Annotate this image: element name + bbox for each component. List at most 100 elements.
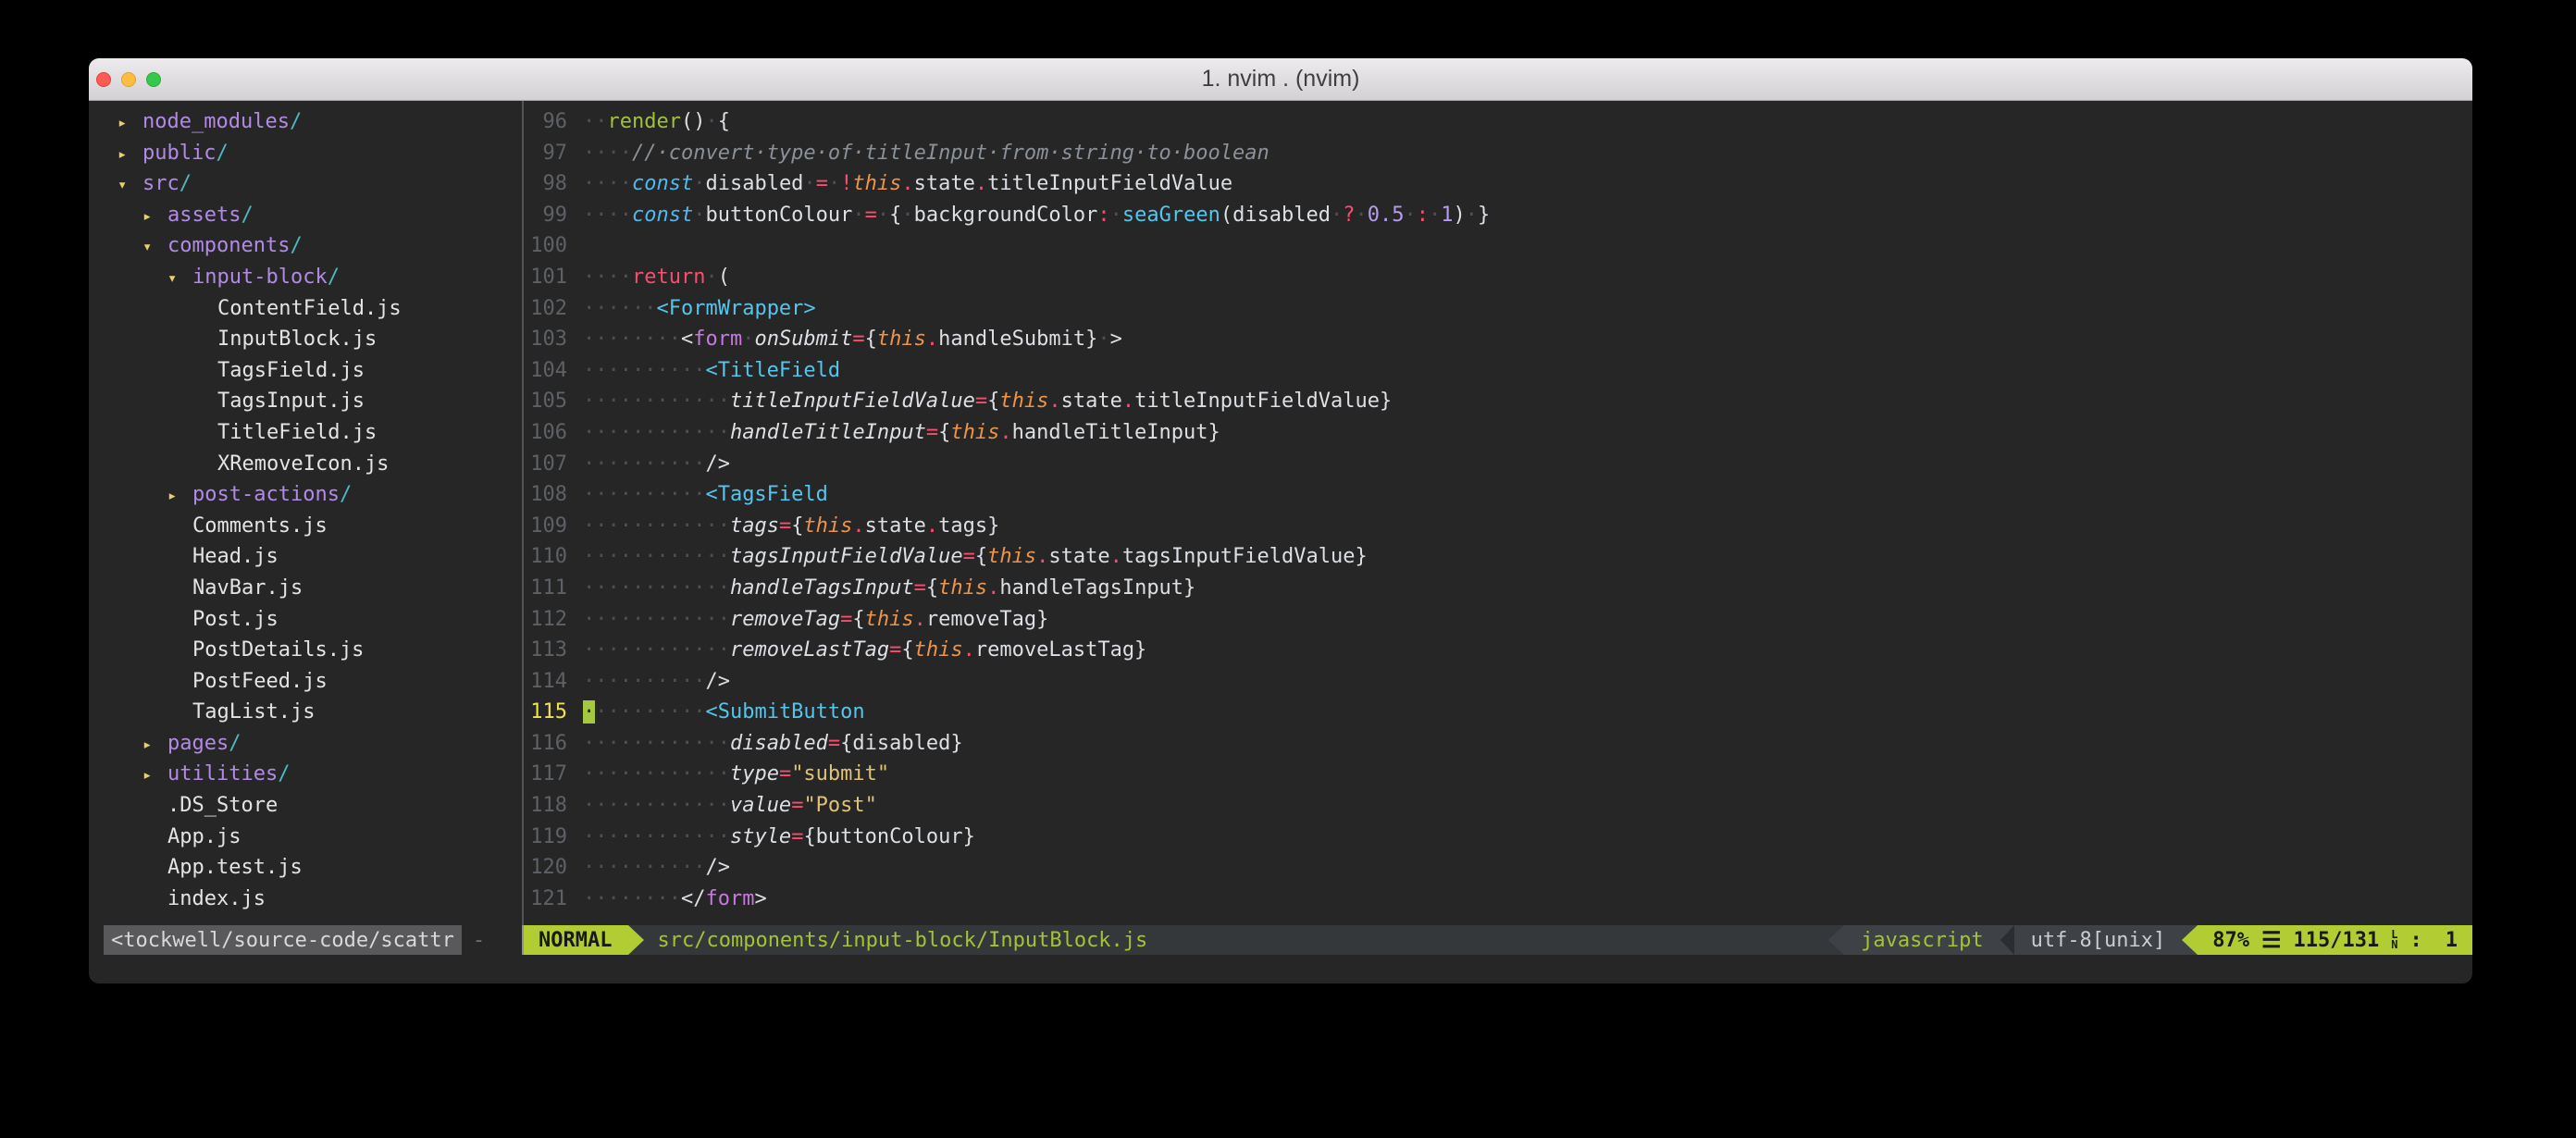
line-number: 111 <box>524 573 567 604</box>
code-line[interactable]: 117············type="submit" <box>524 759 2472 790</box>
dir-slash: / <box>290 110 302 133</box>
code-line[interactable]: 102······<FormWrapper> <box>524 293 2472 325</box>
tree-item-label: InputBlock.js <box>217 328 377 351</box>
tree-item-folder[interactable]: ▸public/ <box>89 138 522 169</box>
tree-item-file[interactable]: TitleField.js <box>89 417 522 449</box>
code-line[interactable]: 115··········<SubmitButton <box>524 697 2472 728</box>
code-line[interactable]: 96··render()·{ <box>524 106 2472 138</box>
tree-item-file[interactable]: TagsInput.js <box>89 386 522 417</box>
tree-item-folder[interactable]: ▸assets/ <box>89 200 522 231</box>
chevron-right-icon[interactable]: ▸ <box>142 730 167 761</box>
code-line[interactable]: 112············removeTag={this.removeTag… <box>524 604 2472 636</box>
code-token: ············ <box>583 545 730 568</box>
tree-item-file[interactable]: Post.js <box>89 604 522 636</box>
tree-item-file[interactable]: ContentField.js <box>89 293 522 325</box>
code-editor[interactable]: 96··render()·{97····//·convert·type·of·t… <box>524 101 2472 925</box>
tree-item-file[interactable]: PostFeed.js <box>89 666 522 698</box>
status-row: <tockwell/source-code/scattr - NORMAL sr… <box>89 925 2472 955</box>
tree-item-file[interactable]: InputBlock.js <box>89 324 522 355</box>
chevron-right-icon[interactable]: ▸ <box>142 202 167 233</box>
tree-item-file[interactable]: App.js <box>89 822 522 853</box>
line-number: 103 <box>524 324 567 355</box>
statusline-filler <box>1147 925 1828 955</box>
tree-item-folder[interactable]: ▸node_modules/ <box>89 106 522 138</box>
tree-item-file[interactable]: XRemoveIcon.js <box>89 449 522 480</box>
code-token: = <box>779 762 791 785</box>
code-token: buttonColour <box>705 204 852 227</box>
code-line[interactable]: 99····const·buttonColour·=·{·backgroundC… <box>524 200 2472 231</box>
code-text: ············removeLastTag={this.removeLa… <box>583 638 1146 662</box>
chevron-right-icon[interactable]: ▸ <box>118 108 142 140</box>
minimize-button[interactable] <box>121 72 136 87</box>
fullscreen-button[interactable] <box>146 72 161 87</box>
tree-item-file[interactable]: index.js <box>89 884 522 915</box>
code-line[interactable]: 101····return·( <box>524 262 2472 293</box>
code-token: · <box>693 172 705 195</box>
tree-item-folder[interactable]: ▾input-block/ <box>89 262 522 293</box>
tree-item-folder[interactable]: ▸utilities/ <box>89 759 522 790</box>
chevron-right-icon[interactable]: ▸ <box>118 140 142 171</box>
tree-item-file[interactable]: PostDetails.js <box>89 635 522 666</box>
code-line[interactable]: 105············titleInputFieldValue={thi… <box>524 386 2472 417</box>
tree-item-file[interactable]: Head.js <box>89 541 522 573</box>
tree-item-file[interactable]: Comments.js <box>89 511 522 542</box>
code-token: { <box>865 328 877 351</box>
code-token: tags <box>730 514 779 538</box>
line-number: 106 <box>524 417 567 449</box>
code-line[interactable]: 100 <box>524 230 2472 262</box>
line-number: 120 <box>524 852 567 884</box>
code-line[interactable]: 97····//·convert·type·of·titleInput·from… <box>524 138 2472 169</box>
code-line[interactable]: 118············value="Post" <box>524 790 2472 822</box>
tree-item-folder[interactable]: ▸post-actions/ <box>89 479 522 511</box>
code-line[interactable]: 113············removeLastTag={this.remov… <box>524 635 2472 666</box>
tree-item-file[interactable]: TagList.js <box>89 697 522 728</box>
code-line[interactable]: 98····const·disabled·=·!this.state.title… <box>524 168 2472 200</box>
code-line[interactable]: 110············tagsInputFieldValue={this… <box>524 541 2472 573</box>
chevron-down-icon[interactable]: ▾ <box>142 232 167 264</box>
code-line[interactable]: 106 ············handleTitleInput={this.ha… <box>524 417 2472 449</box>
code-line[interactable]: 103 ········<form·onSubmit={this.handleSu… <box>524 324 2472 355</box>
line-number: 114 <box>524 666 567 698</box>
chevron-right-icon[interactable]: ▸ <box>142 761 167 792</box>
code-token: disabled <box>705 172 803 195</box>
tree-item-file[interactable]: .DS_Store <box>89 790 522 822</box>
tree-item-label: post-actions <box>192 483 340 506</box>
code-token: state <box>1048 545 1109 568</box>
chevron-right-icon[interactable]: ▸ <box>167 481 192 513</box>
code-token: this <box>914 638 963 662</box>
code-token: { <box>938 421 950 444</box>
code-line[interactable]: 121········</form> <box>524 884 2472 915</box>
tree-item-folder[interactable]: ▸pages/ <box>89 728 522 760</box>
code-token: . <box>963 638 975 662</box>
colon-separator: : <box>2410 929 2422 952</box>
code-text: ············handleTitleInput={this.handl… <box>583 421 1220 444</box>
code-line[interactable]: 108··········<TagsField <box>524 479 2472 511</box>
code-text: ········</form> <box>583 887 767 910</box>
code-line[interactable]: 114··········/> <box>524 666 2472 698</box>
code-token: tagsInputFieldValue <box>730 545 963 568</box>
line-number-icon: LN <box>2391 930 2397 950</box>
code-line[interactable]: 120··········/> <box>524 852 2472 884</box>
tree-item-file[interactable]: NavBar.js <box>89 573 522 604</box>
chevron-down-icon[interactable]: ▾ <box>118 170 142 202</box>
window-titlebar[interactable]: 1. nvim . (nvim) <box>89 58 2472 101</box>
code-text: ········<form·onSubmit={this.handleSubmi… <box>583 328 1122 351</box>
tree-item-folder[interactable]: ▾components/ <box>89 230 522 262</box>
chevron-down-icon[interactable]: ▾ <box>167 264 192 295</box>
tree-item-file[interactable]: TagsField.js <box>89 355 522 387</box>
code-token: = <box>779 514 791 538</box>
code-line[interactable]: 107··········/> <box>524 449 2472 480</box>
code-token: (disabled <box>1220 204 1331 227</box>
code-token: ? <box>1343 204 1355 227</box>
tree-item-label: assets <box>167 204 241 227</box>
close-button[interactable] <box>96 72 111 87</box>
tree-item-folder[interactable]: ▾src/ <box>89 168 522 200</box>
file-tree[interactable]: ▸node_modules/▸public/▾src/▸assets/▾comp… <box>89 101 522 925</box>
code-line[interactable]: 119············style={buttonColour} <box>524 822 2472 853</box>
code-line[interactable]: 109············tags={this.state.tags} <box>524 511 2472 542</box>
code-line[interactable]: 104··········<TitleField <box>524 355 2472 387</box>
code-line[interactable]: 116············disabled={disabled} <box>524 728 2472 760</box>
code-line[interactable]: 111············handleTagsInput={this.han… <box>524 573 2472 604</box>
tree-item-file[interactable]: App.test.js <box>89 852 522 884</box>
code-token: · <box>693 204 705 227</box>
